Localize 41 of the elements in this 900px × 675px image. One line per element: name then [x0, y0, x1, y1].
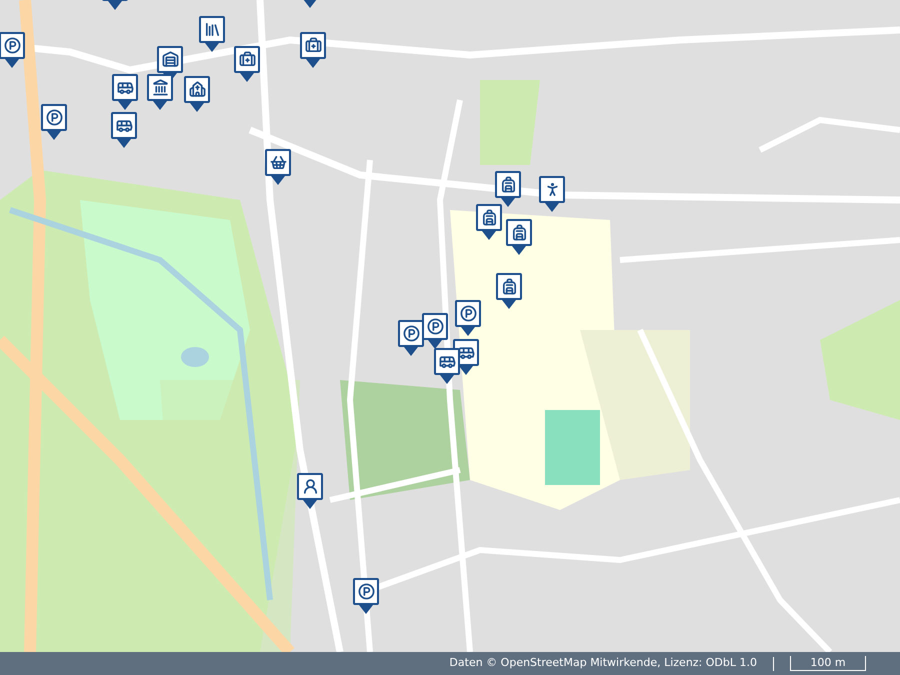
map-marker[interactable]: [111, 112, 137, 148]
map-marker[interactable]: [41, 104, 67, 140]
parking-icon: [402, 325, 420, 342]
parking-icon: [358, 583, 374, 600]
parking-icon: [460, 305, 476, 322]
parking-icon: [46, 109, 62, 126]
map-marker[interactable]: [476, 204, 502, 240]
church-icon: [188, 81, 206, 98]
books-icon: [204, 21, 220, 38]
map-marker[interactable]: [398, 320, 424, 356]
map-marker[interactable]: [422, 313, 448, 349]
map-marker[interactable]: [455, 300, 481, 336]
map-marker[interactable]: [297, 473, 323, 509]
building-icon: [162, 51, 178, 68]
map-marker[interactable]: [147, 74, 173, 110]
backpack-icon: [500, 278, 518, 295]
scale-bar: 100 m: [790, 656, 866, 671]
basket-icon: [270, 154, 286, 171]
map-marker[interactable]: [0, 32, 25, 68]
parking-icon: [426, 318, 444, 335]
parking-icon: [4, 37, 20, 54]
map-marker[interactable]: [300, 32, 326, 68]
map-marker[interactable]: [234, 46, 260, 82]
building-icon: [152, 79, 168, 96]
person-icon: [302, 478, 318, 495]
map-marker[interactable]: [353, 578, 379, 614]
attribution-text: Daten © OpenStreetMap Mitwirkende, Lizenz: ODbL 1.0: [449, 655, 757, 672]
map-marker[interactable]: [434, 348, 460, 384]
map-marker[interactable]: [184, 76, 210, 112]
backpack-icon: [510, 224, 528, 241]
first-aid-icon: [238, 51, 256, 68]
map-marker[interactable]: [539, 176, 565, 212]
map-marker[interactable]: [199, 16, 225, 52]
map-marker[interactable]: [496, 273, 522, 309]
map-marker[interactable]: [495, 171, 521, 207]
map-marker[interactable]: [265, 149, 291, 185]
backpack-icon: [480, 209, 498, 226]
first-aid-icon: [304, 37, 322, 54]
map-marker[interactable]: [506, 219, 532, 255]
backpack-icon: [500, 176, 516, 193]
map-marker[interactable]: [112, 74, 138, 110]
